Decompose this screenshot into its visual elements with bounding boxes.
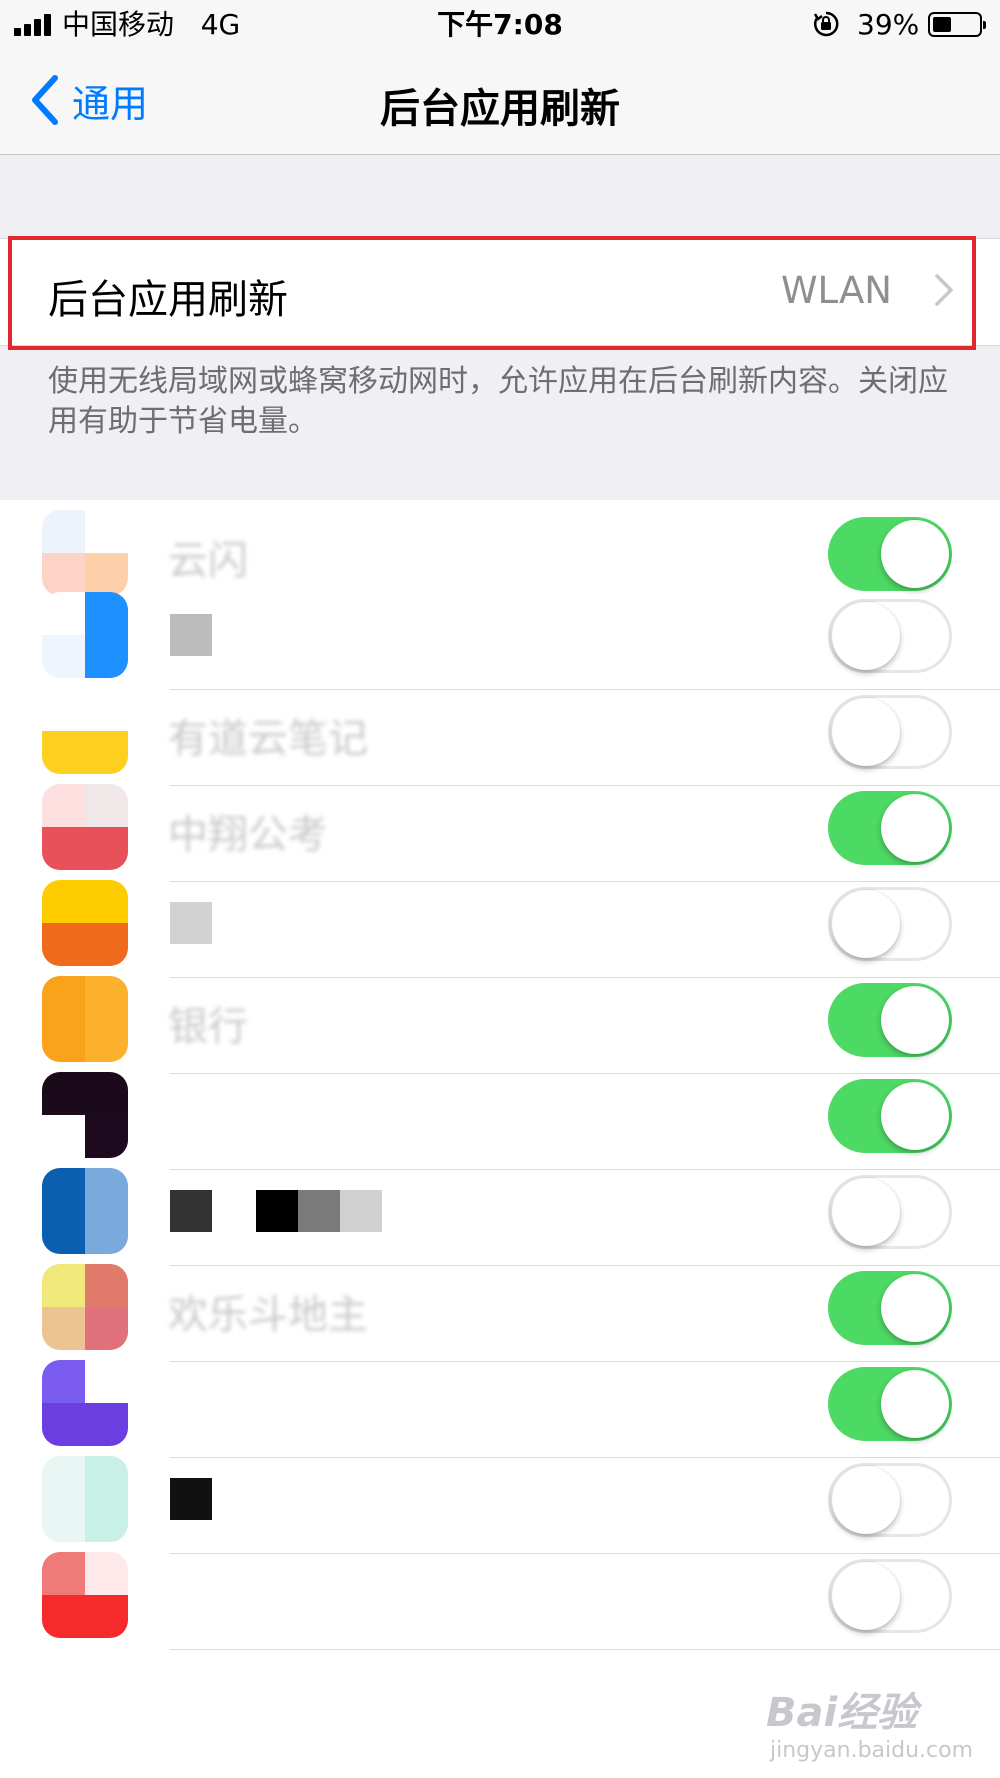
app-row: 欢乐斗地主 <box>0 1254 1000 1362</box>
toggle-knob <box>881 520 949 588</box>
background-refresh-toggle[interactable] <box>828 983 952 1057</box>
status-bar: 中国移动 4G 下午7:08 39% <box>0 0 1000 50</box>
app-list: 云闪有道云笔记中翔公考银行欢乐斗地主 <box>0 500 1000 1778</box>
background-refresh-toggle[interactable] <box>828 517 952 591</box>
app-row <box>0 1350 1000 1458</box>
watermark: Bai经验 jingyan.baidu.com <box>766 1680 986 1770</box>
app-row <box>0 1158 1000 1266</box>
background-refresh-toggle[interactable] <box>828 1463 952 1537</box>
chevron-right-icon <box>935 274 953 306</box>
setting-value: WLAN <box>780 269 892 312</box>
app-row <box>0 582 1000 690</box>
toggle-knob <box>832 698 900 766</box>
navigation-bar: 通用 后台应用刷新 <box>0 50 1000 155</box>
app-icon <box>42 1552 128 1638</box>
app-row <box>0 1062 1000 1170</box>
app-icon <box>42 688 128 774</box>
app-name: 银行 <box>168 1004 248 1050</box>
toggle-knob <box>881 794 949 862</box>
app-icon <box>42 880 128 966</box>
app-icon <box>42 592 128 678</box>
toggle-knob <box>881 1082 949 1150</box>
app-icon <box>42 1072 128 1158</box>
app-name: 有道云笔记 <box>168 716 368 762</box>
setting-label: 后台应用刷新 <box>48 277 288 323</box>
background-refresh-toggle[interactable] <box>828 1175 952 1249</box>
app-icon <box>42 1360 128 1446</box>
toggle-knob <box>832 602 900 670</box>
page-title: 后台应用刷新 <box>380 86 620 132</box>
background-refresh-toggle[interactable] <box>828 887 952 961</box>
app-name: 云闪 <box>168 538 248 584</box>
background-refresh-toggle[interactable] <box>828 695 952 769</box>
background-refresh-toggle[interactable] <box>828 599 952 673</box>
app-icon <box>42 784 128 870</box>
app-row: 中翔公考 <box>0 774 1000 882</box>
background-refresh-toggle[interactable] <box>828 1271 952 1345</box>
row-divider <box>170 1649 1000 1650</box>
toggle-knob <box>832 890 900 958</box>
background-refresh-toggle[interactable] <box>828 1367 952 1441</box>
watermark-url: jingyan.baidu.com <box>770 1738 974 1763</box>
toggle-knob <box>881 986 949 1054</box>
app-name: 中翔公考 <box>168 812 328 858</box>
toggle-knob <box>832 1178 900 1246</box>
background-refresh-setting-row[interactable]: 后台应用刷新 WLAN <box>0 238 1000 346</box>
app-row <box>0 1542 1000 1650</box>
app-row <box>0 1446 1000 1554</box>
app-row: 银行 <box>0 966 1000 1074</box>
toggle-knob <box>832 1562 900 1630</box>
app-icon <box>42 1168 128 1254</box>
app-icon <box>42 1264 128 1350</box>
status-time: 下午7:08 <box>437 8 563 41</box>
background-refresh-toggle[interactable] <box>828 1559 952 1633</box>
app-row <box>0 870 1000 978</box>
setting-description: 使用无线局域网或蜂窝移动网时，允许应用在后台刷新内容。关闭应用有助于节省电量。 <box>48 364 948 439</box>
toggle-knob <box>881 1370 949 1438</box>
toggle-knob <box>832 1466 900 1534</box>
app-row: 有道云笔记 <box>0 678 1000 786</box>
background-refresh-toggle[interactable] <box>828 791 952 865</box>
background-refresh-toggle[interactable] <box>828 1079 952 1153</box>
toggle-knob <box>881 1274 949 1342</box>
battery-icon <box>928 12 986 37</box>
watermark-logo: Bai经验 <box>766 1690 918 1736</box>
orientation-lock-icon <box>813 11 839 37</box>
app-icon <box>42 976 128 1062</box>
app-name: 欢乐斗地主 <box>168 1292 368 1338</box>
battery-percent: 39% <box>857 8 920 41</box>
app-icon <box>42 1456 128 1542</box>
